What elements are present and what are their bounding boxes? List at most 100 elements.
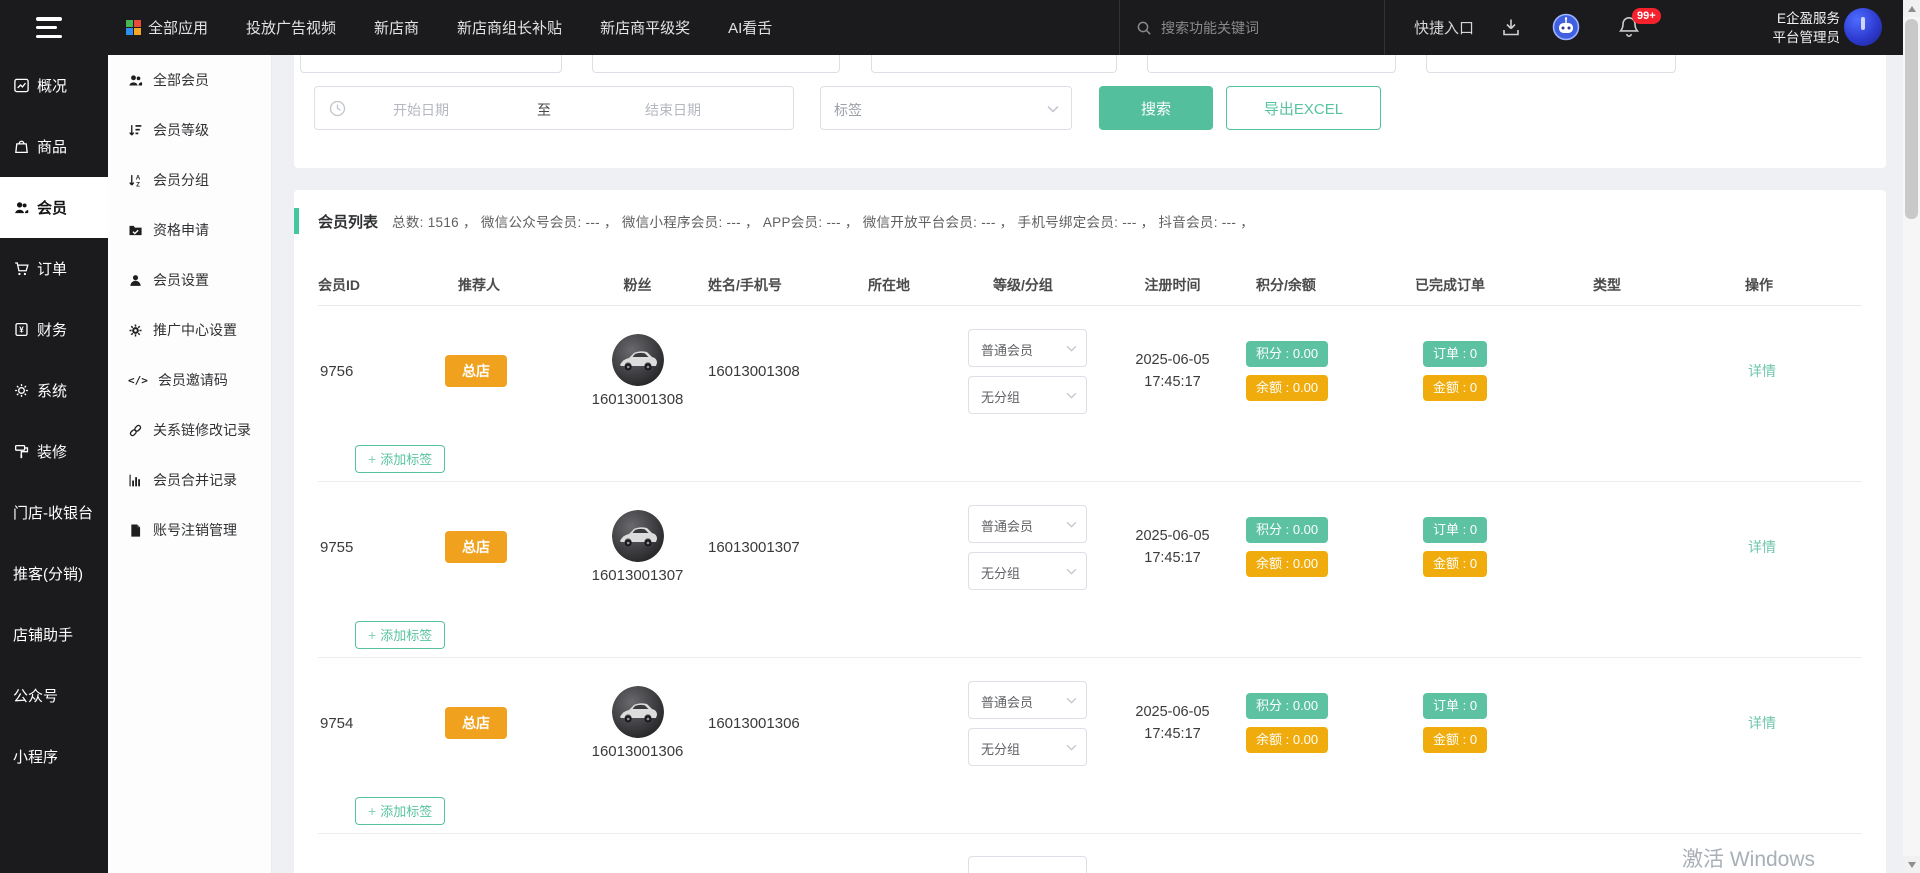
detail-link[interactable]: 详情	[1748, 539, 1776, 555]
sidebar-item-overview[interactable]: 概况	[0, 55, 108, 116]
nav-item-ai-tongue[interactable]: AI看舌	[728, 17, 772, 38]
add-tag-button[interactable]: + 添加标签	[355, 445, 445, 473]
hamburger-menu-icon[interactable]	[36, 17, 62, 38]
nav-item-leader-subsidy[interactable]: 新店商组长补贴	[457, 17, 562, 38]
sidebar-item-decorate[interactable]: 装修	[0, 421, 108, 482]
level-select[interactable]: 普通会员	[968, 681, 1087, 719]
export-excel-button[interactable]: 导出EXCEL	[1226, 86, 1381, 130]
add-tag-button[interactable]: + 添加标签	[355, 797, 445, 825]
sidebar-item-label: 财务	[37, 319, 67, 340]
sidebar-item-label: 公众号	[13, 685, 58, 706]
group-select[interactable]: 无分组	[968, 376, 1087, 414]
level-select[interactable]	[968, 856, 1087, 873]
filter-input-3[interactable]	[871, 55, 1117, 73]
sidebar-item-label: 商品	[37, 136, 67, 157]
submenu-merge-log[interactable]: 会员合并记录	[108, 455, 271, 505]
nav-item-ad-video[interactable]: 投放广告视频	[246, 17, 336, 38]
points-badge: 积分 : 0.00	[1246, 693, 1328, 719]
member-submenu: 全部会员 会员等级 AZ 会员分组 资格申请 会员设置 推广中心设置 </> 会…	[108, 55, 272, 873]
fans-avatar-car[interactable]	[612, 510, 664, 562]
account-info[interactable]: E企盈服务 平台管理员	[1700, 9, 1840, 47]
submenu-account-cancel[interactable]: 账号注销管理	[108, 505, 271, 555]
users-icon	[128, 73, 143, 88]
document-icon	[128, 523, 143, 538]
sidebar-item-goods[interactable]: 商品	[0, 116, 108, 177]
detail-link[interactable]: 详情	[1748, 363, 1776, 379]
fans-avatar-car[interactable]	[612, 334, 664, 386]
submenu-member-level[interactable]: 会员等级	[108, 105, 271, 155]
notification-badge: 99+	[1632, 8, 1661, 24]
sidebar-item-orders[interactable]: 订单	[0, 238, 108, 299]
scrollbar-thumb[interactable]	[1905, 19, 1918, 219]
plus-icon: +	[368, 803, 376, 819]
chevron-down-icon	[1066, 345, 1077, 352]
bar-chart-icon	[128, 473, 143, 488]
user-avatar[interactable]	[1844, 8, 1882, 46]
sidebar-item-label: 系统	[37, 380, 67, 401]
add-tag-button[interactable]: + 添加标签	[355, 621, 445, 649]
filter-input-1[interactable]	[300, 55, 562, 73]
sidebar-item-system[interactable]: 系统	[0, 360, 108, 421]
sidebar-item-mini-program[interactable]: 小程序	[0, 726, 108, 787]
scrollbar-down-arrow[interactable]	[1903, 856, 1920, 873]
sidebar-item-finance[interactable]: ¥ 财务	[0, 299, 108, 360]
table-header: 会员ID 推荐人 粉丝 姓名/手机号 所在地 等级/分组 注册时间 积分/余额 …	[318, 265, 1862, 306]
notification-bell[interactable]: 99+	[1616, 14, 1642, 45]
fans-avatar-car[interactable]	[612, 686, 664, 738]
submenu-relation-log[interactable]: 关系链修改记录	[108, 405, 271, 455]
submenu-member-settings[interactable]: 会员设置	[108, 255, 271, 305]
tag-row: + 添加标签	[318, 436, 1862, 482]
nav-item-label: 新店商平级奖	[600, 17, 690, 38]
code-icon: </>	[128, 374, 148, 387]
tag-row: + 添加标签	[318, 788, 1862, 834]
group-select[interactable]: 无分组	[968, 552, 1087, 590]
member-list-card: 会员列表 总数: 1516 ， 微信公众号会员: --- ， 微信小程序会员: …	[294, 190, 1886, 873]
folder-check-icon	[128, 223, 143, 238]
col-member-id: 会员ID	[318, 275, 440, 295]
detail-link[interactable]: 详情	[1748, 715, 1776, 731]
orders-icon	[13, 260, 30, 277]
tag-select[interactable]: 标签	[820, 86, 1072, 130]
member-id: 9755	[318, 539, 440, 556]
nav-item-level-award[interactable]: 新店商平级奖	[600, 17, 690, 38]
level-select[interactable]: 普通会员	[968, 329, 1087, 367]
chevron-down-icon	[1066, 697, 1077, 704]
svg-text:Z: Z	[136, 181, 140, 188]
member-stats: 总数: 1516 ， 微信公众号会员: --- ， 微信小程序会员: --- ，…	[392, 211, 1254, 231]
quick-entry-link[interactable]: 快捷入口	[1414, 17, 1474, 38]
submenu-invite-code[interactable]: </> 会员邀请码	[108, 355, 271, 405]
ai-robot-icon[interactable]	[1552, 13, 1580, 46]
member-row: 9754 总店 16013001306 16013001306 普通会员 无分组	[318, 658, 1862, 788]
add-tag-label: 添加标签	[380, 625, 432, 644]
nav-item-new-shop[interactable]: 新店商	[374, 17, 419, 38]
download-icon[interactable]	[1500, 16, 1522, 43]
filter-input-4[interactable]	[1147, 55, 1396, 73]
submenu-all-members[interactable]: 全部会员	[108, 55, 271, 105]
orders-badge: 订单 : 0	[1423, 341, 1487, 367]
sidebar-item-label: 概况	[37, 75, 67, 96]
page-scrollbar[interactable]	[1903, 0, 1920, 873]
user-icon	[128, 273, 143, 288]
submenu-promotion-center[interactable]: 推广中心设置	[108, 305, 271, 355]
sidebar-item-official-account[interactable]: 公众号	[0, 665, 108, 726]
submenu-qualification[interactable]: 资格申请	[108, 205, 271, 255]
sidebar-item-shop-assistant[interactable]: 店铺助手	[0, 604, 108, 665]
filter-input-5[interactable]	[1426, 55, 1676, 73]
date-range-picker[interactable]: 开始日期 至 结束日期	[314, 86, 794, 130]
member-row: 9756 总店 16013001308 16013001308 普通会员 无分组	[318, 306, 1862, 436]
global-search-input[interactable]: 搜索功能关键词	[1119, 0, 1385, 55]
level-value: 普通会员	[981, 692, 1033, 711]
search-button[interactable]: 搜索	[1099, 86, 1213, 130]
chevron-down-icon	[1047, 105, 1059, 113]
sidebar-item-members[interactable]: 会员	[0, 177, 108, 238]
group-select[interactable]: 无分组	[968, 728, 1087, 766]
level-select[interactable]: 普通会员	[968, 505, 1087, 543]
nav-item-label: 投放广告视频	[246, 17, 336, 38]
member-list-title: 会员列表	[318, 211, 378, 232]
submenu-member-group[interactable]: AZ 会员分组	[108, 155, 271, 205]
nav-item-all-apps[interactable]: 全部应用	[126, 17, 208, 38]
filter-input-2[interactable]	[592, 55, 840, 73]
scrollbar-up-arrow[interactable]	[1903, 0, 1920, 17]
sidebar-item-distribution[interactable]: 推客(分销)	[0, 543, 108, 604]
sidebar-item-pos[interactable]: 门店-收银台	[0, 482, 108, 543]
